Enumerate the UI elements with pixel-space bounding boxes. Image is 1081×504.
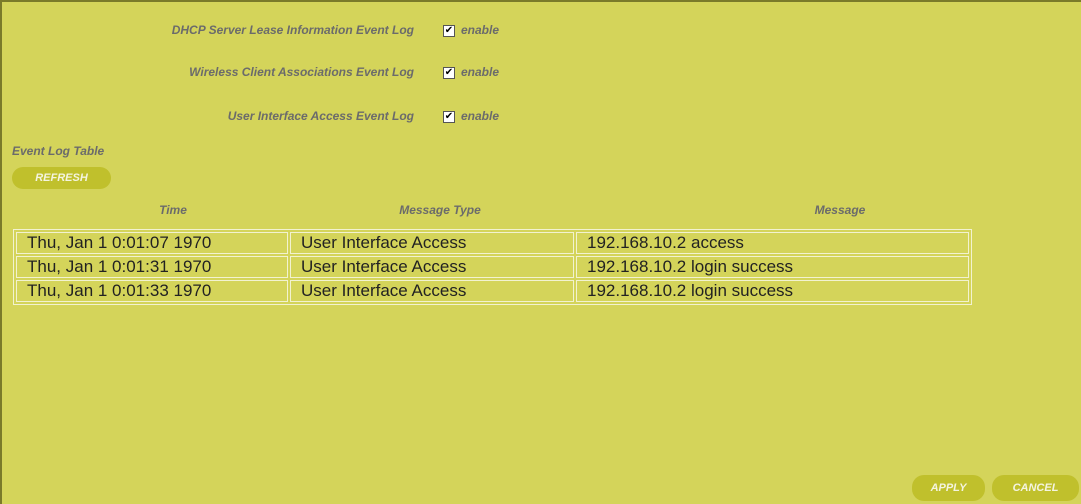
event-log-title: Event Log Table (12, 144, 105, 158)
setting-label-wireless: Wireless Client Associations Event Log (189, 65, 414, 79)
table-cell-message-type: User Interface Access (290, 232, 574, 254)
setting-label-ui-access: User Interface Access Event Log (227, 109, 414, 123)
table-row: Thu, Jan 1 0:01:07 1970 User Interface A… (16, 232, 969, 254)
wireless-enable-checkbox[interactable]: ✔ (443, 67, 455, 79)
table-cell-time: Thu, Jan 1 0:01:33 1970 (16, 280, 288, 302)
table-cell-message: 192.168.10.2 login success (576, 280, 969, 302)
setting-row-dhcp: DHCP Server Lease Information Event Log (0, 21, 430, 39)
column-header-time: Time (159, 203, 187, 217)
event-log-table: Thu, Jan 1 0:01:07 1970 User Interface A… (13, 229, 972, 305)
setting-label-dhcp: DHCP Server Lease Information Event Log (171, 23, 414, 37)
ui-access-enable-checkbox[interactable]: ✔ (443, 111, 455, 123)
table-cell-message: 192.168.10.2 login success (576, 256, 969, 278)
dhcp-enable-checkbox[interactable]: ✔ (443, 25, 455, 37)
setting-row-ui-access: User Interface Access Event Log (0, 107, 430, 125)
table-row: Thu, Jan 1 0:01:33 1970 User Interface A… (16, 280, 969, 302)
refresh-button[interactable]: REFRESH (12, 167, 111, 189)
table-cell-message-type: User Interface Access (290, 280, 574, 302)
cancel-button[interactable]: CANCEL (992, 475, 1079, 501)
ui-access-enable-label: enable (461, 109, 500, 123)
apply-button[interactable]: APPLY (912, 475, 985, 501)
setting-row-wireless: Wireless Client Associations Event Log (0, 63, 430, 81)
dhcp-enable-label: enable (461, 23, 500, 37)
table-cell-time: Thu, Jan 1 0:01:07 1970 (16, 232, 288, 254)
table-cell-time: Thu, Jan 1 0:01:31 1970 (16, 256, 288, 278)
table-cell-message-type: User Interface Access (290, 256, 574, 278)
table-row: Thu, Jan 1 0:01:31 1970 User Interface A… (16, 256, 969, 278)
table-cell-message: 192.168.10.2 access (576, 232, 969, 254)
column-header-message: Message (814, 203, 866, 217)
column-header-message-type: Message Type (399, 203, 481, 217)
wireless-enable-label: enable (461, 65, 500, 79)
